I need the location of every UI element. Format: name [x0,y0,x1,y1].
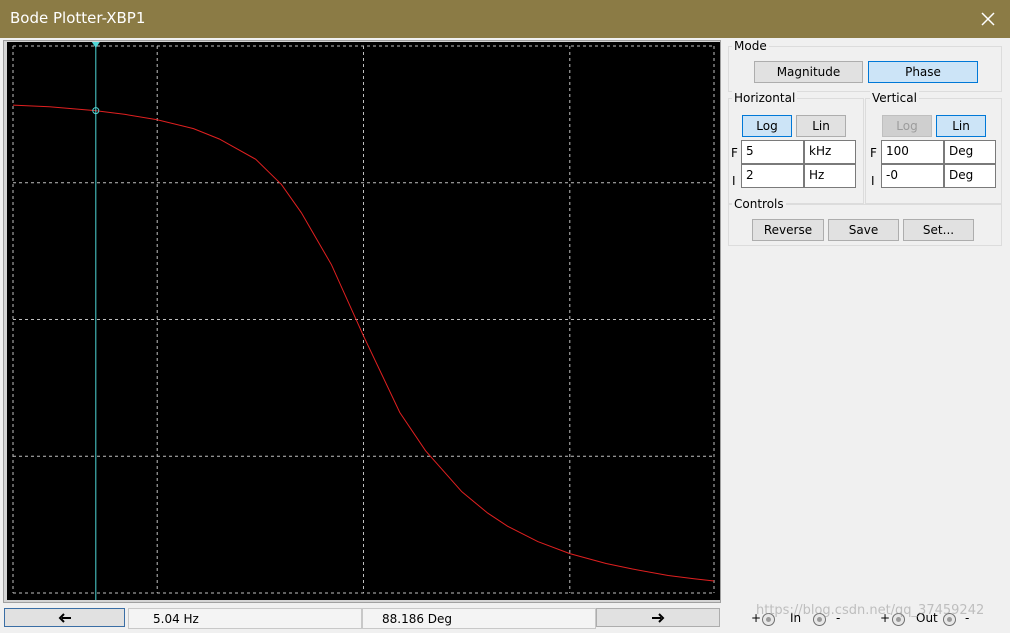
arrow-right-icon [652,612,665,623]
bottom-bar: 5.04 Hz 88.186 Deg + In - + Out - https:… [0,603,1010,633]
vertical-initial-label: I [871,174,875,188]
vertical-final-label: F [870,146,877,160]
vertical-log-button[interactable]: Log [882,115,932,137]
horizontal-initial-unit[interactable]: Hz [804,164,856,188]
phase-readout: 88.186 Deg [362,608,596,629]
vertical-lin-button[interactable]: Lin [936,115,986,137]
horizontal-final-unit[interactable]: kHz [804,140,856,164]
horizontal-initial-label: I [732,174,736,188]
bode-plot[interactable] [7,42,720,600]
horizontal-label: Horizontal [732,91,798,105]
mode-label: Mode [732,39,769,53]
horizontal-final-value[interactable]: 5 [741,140,804,164]
vertical-label: Vertical [870,91,919,105]
vertical-final-unit[interactable]: Deg [944,140,996,164]
vertical-final-value[interactable]: 100 [881,140,944,164]
watermark: https://blog.csdn.net/qq_37459242 [756,603,985,618]
set-button[interactable]: Set... [903,219,974,241]
reverse-button[interactable]: Reverse [752,219,824,241]
window-title: Bode Plotter-XBP1 [10,9,146,27]
horizontal-initial-value[interactable]: 2 [741,164,804,188]
save-button[interactable]: Save [828,219,899,241]
magnitude-button[interactable]: Magnitude [754,61,863,83]
close-icon [981,12,995,26]
title-bar: Bode Plotter-XBP1 [0,0,1010,38]
arrow-left-icon [58,612,71,623]
close-button[interactable] [966,0,1010,38]
controls-label: Controls [732,197,786,211]
vertical-initial-value[interactable]: -0 [881,164,944,188]
phase-button[interactable]: Phase [868,61,978,83]
vertical-initial-unit[interactable]: Deg [944,164,996,188]
horizontal-lin-button[interactable]: Lin [796,115,846,137]
horizontal-final-label: F [731,146,738,160]
cursor-right-button[interactable] [596,608,720,627]
horizontal-log-button[interactable]: Log [742,115,792,137]
cursor-left-button[interactable] [4,608,125,627]
frequency-readout: 5.04 Hz [128,608,362,629]
